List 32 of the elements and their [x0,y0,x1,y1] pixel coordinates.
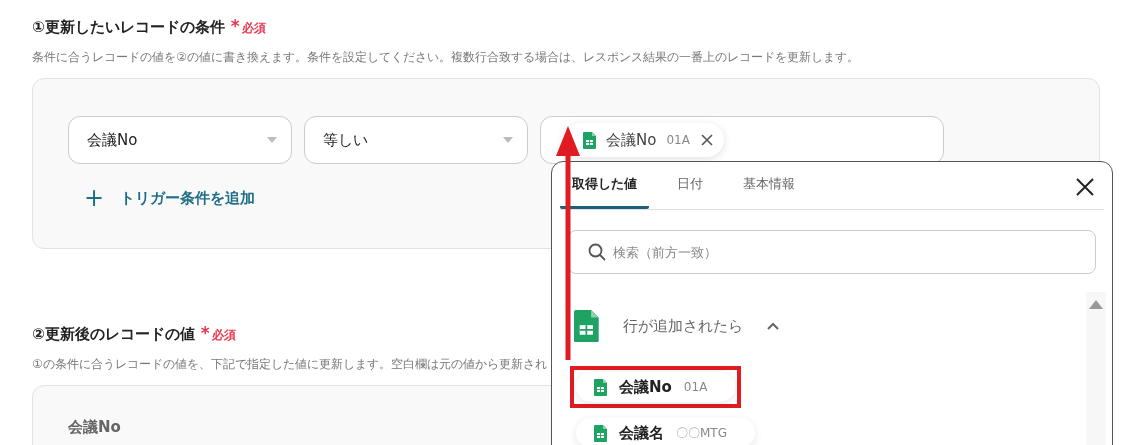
section-title: ①更新したいレコードの条件 [32,18,225,37]
chevron-icon [766,322,779,331]
scroll-up-icon[interactable] [1089,300,1103,309]
value-item[interactable]: 会議名 〇〇MTG [576,418,755,445]
required-mark: * [200,323,210,343]
field-select[interactable]: 会議No [68,116,292,164]
group-header[interactable]: 行が追加されたら [574,310,779,343]
scrollbar[interactable] [1086,292,1106,445]
add-condition-button[interactable]: + トリガー条件を追加 [84,186,256,210]
spreadsheet-icon [574,310,599,343]
close-icon[interactable] [699,133,714,147]
caret-icon [503,137,513,143]
field-label: 会議No [68,418,121,437]
value-field[interactable]: 会議No 01A [540,116,944,164]
spreadsheet-icon [594,424,607,442]
section-description: 条件に合うレコードの値を②の値に書き換えます。条件を設定してください。複数行合致する場合は、レスポンス結果の一番上のレコードを更新します。 [32,49,860,66]
close-button[interactable] [1074,176,1096,198]
search-icon [588,243,606,261]
caret-icon [267,137,277,143]
popup-tab[interactable]: 日付 [665,162,715,209]
required-label: 必須 [241,20,266,37]
spreadsheet-icon [583,131,596,149]
value-item[interactable]: 会議No 01A [576,372,736,403]
required-label: 必須 [211,327,236,344]
section-title: ②更新後のレコードの値 [32,325,195,344]
popup-tab[interactable]: 基本情報 [731,162,807,209]
spreadsheet-icon [594,378,607,396]
search-field[interactable]: 検索（前方一致） [568,230,1096,274]
popup-tab[interactable]: 取得した値 [560,162,649,209]
required-mark: * [230,16,240,36]
operator-select[interactable]: 等しい [304,116,528,164]
section-description: ①の条件に合うレコードの値を、下記で指定した値に更新します。空白欄は元の値から更新され [32,356,548,373]
